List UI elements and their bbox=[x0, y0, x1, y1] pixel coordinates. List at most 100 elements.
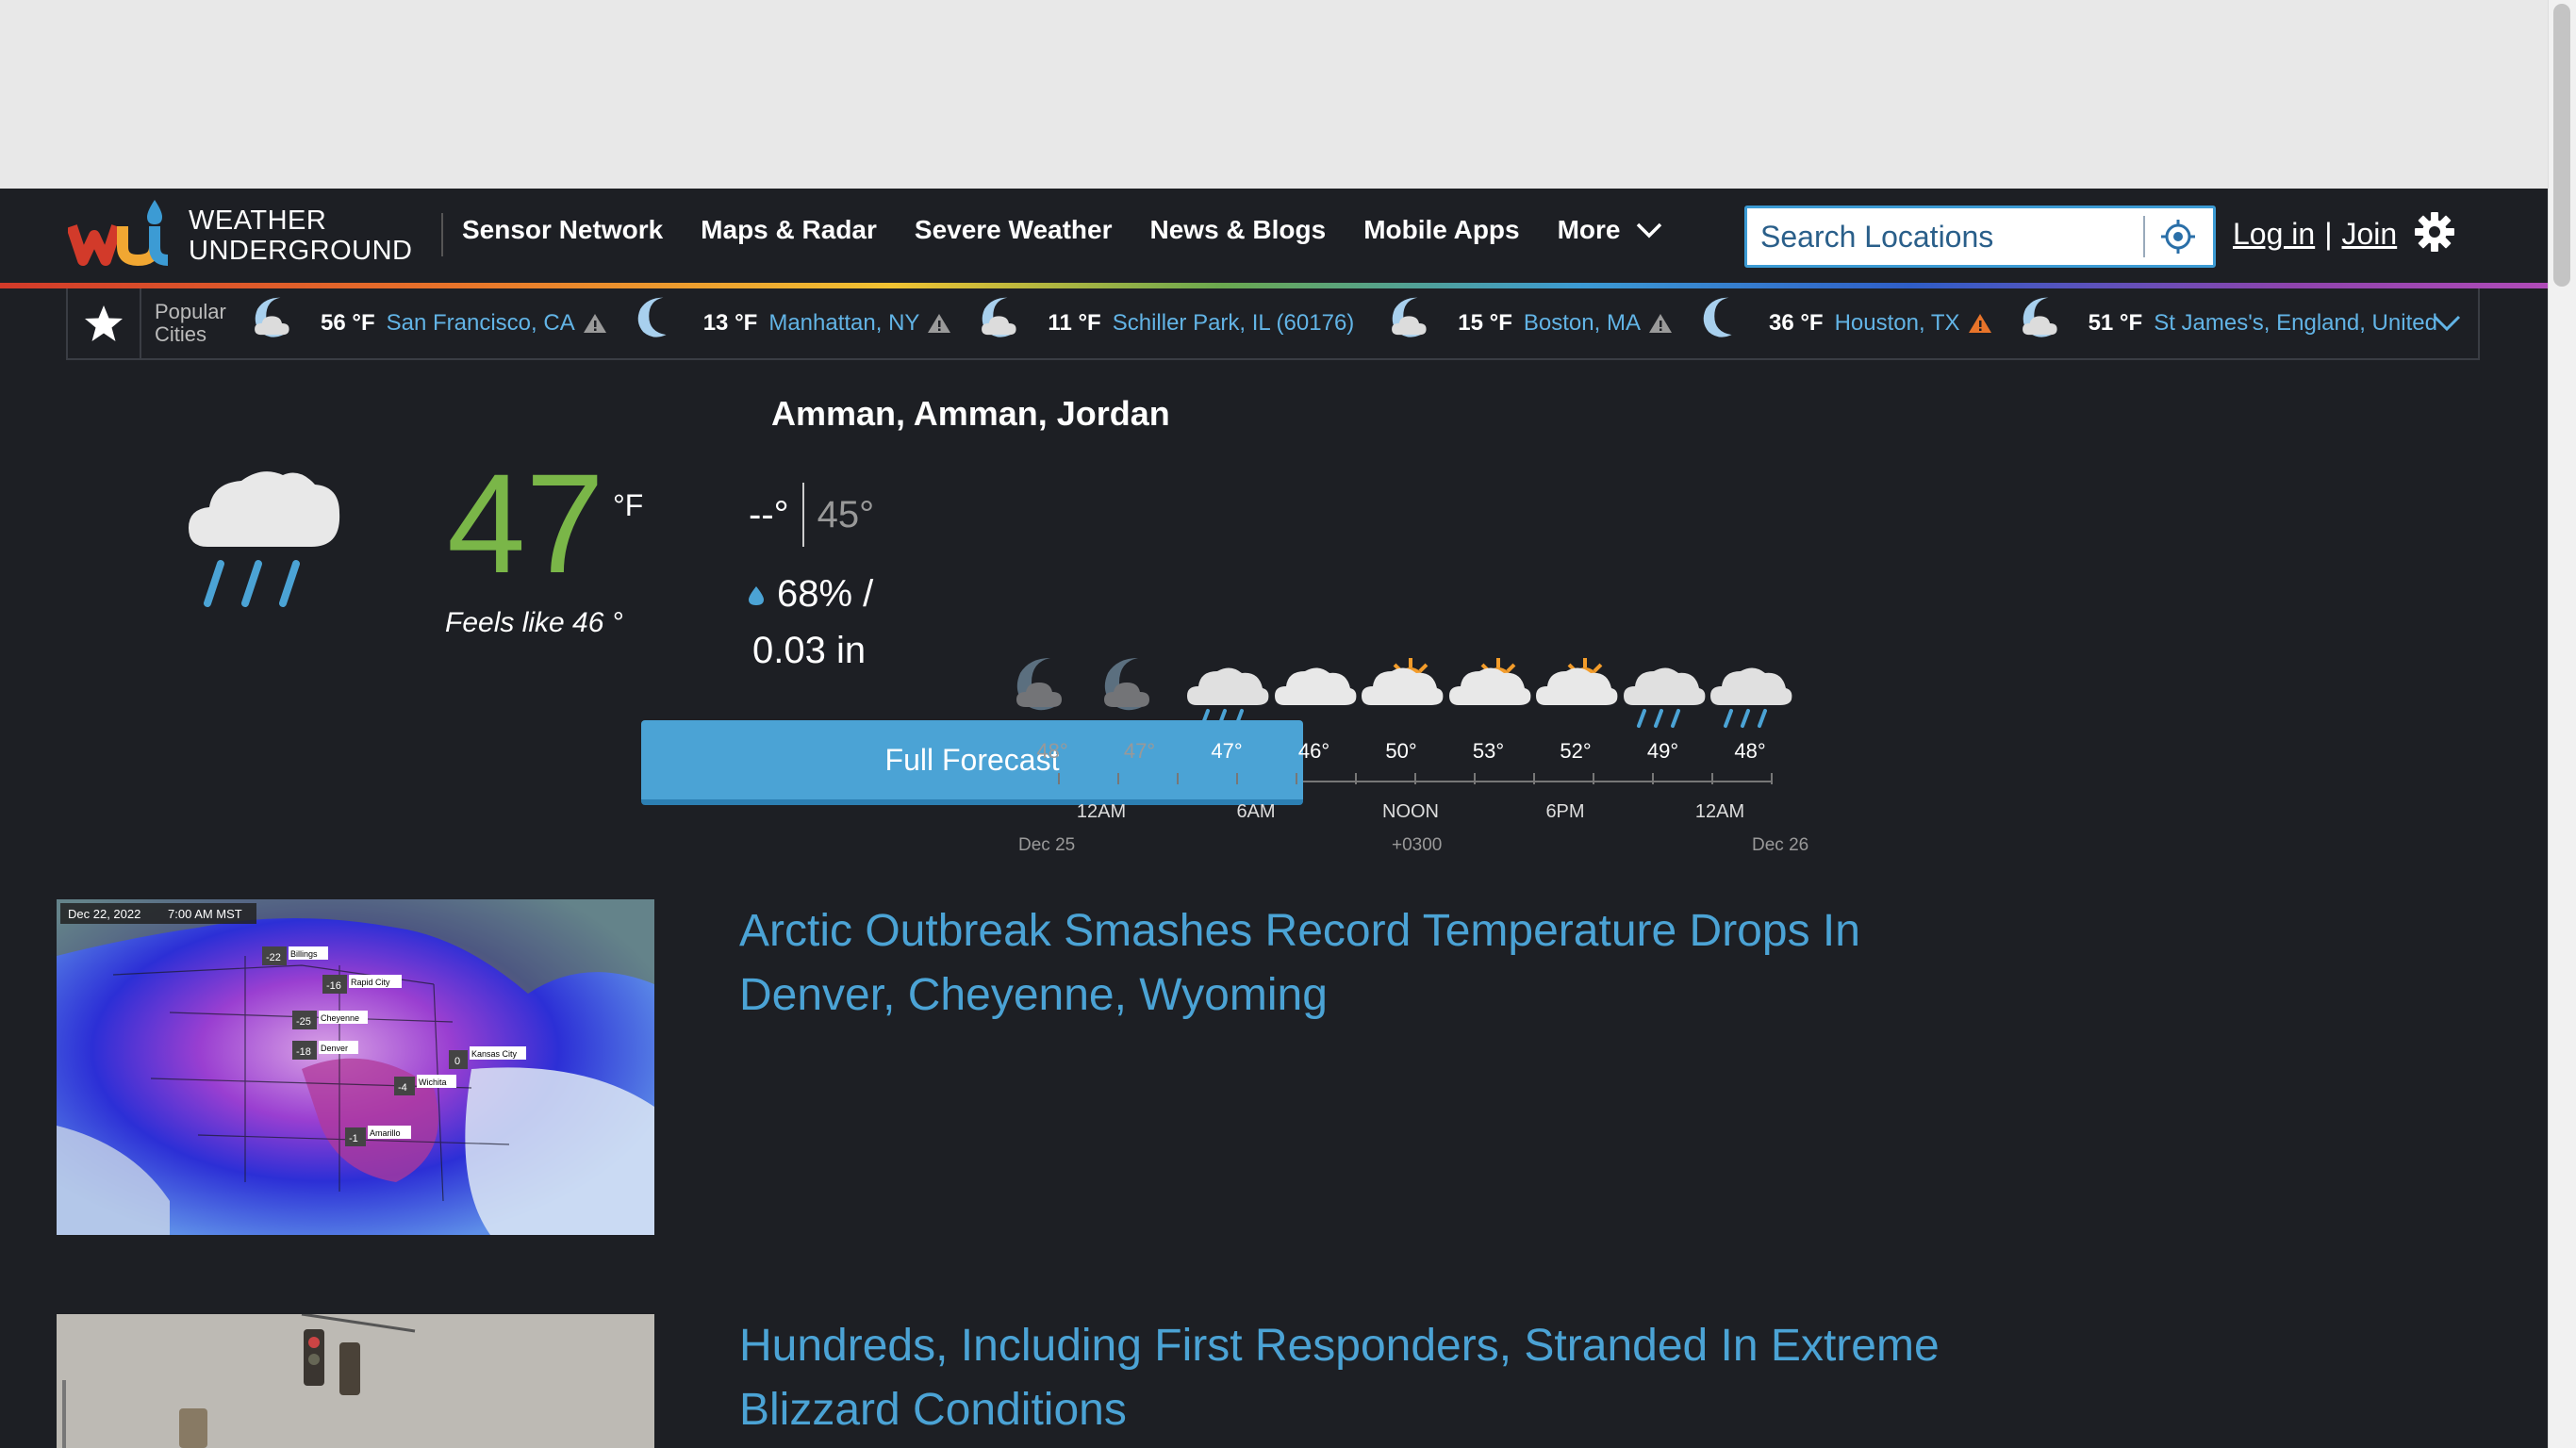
hourly-temp: 46° bbox=[1297, 739, 1330, 763]
hourly-item: 49° bbox=[1620, 649, 1707, 764]
nav-more[interactable]: More bbox=[1558, 215, 1662, 245]
map-label: Kansas City bbox=[471, 1049, 518, 1059]
city-name[interactable]: Houston, TX bbox=[1835, 310, 1960, 337]
cities-list: 56 °F San Francisco, CA 13 °F Manhattan, NY… bbox=[249, 290, 2469, 356]
moon-icon bbox=[1703, 297, 1732, 337]
timeline-tick bbox=[1711, 773, 1713, 784]
map-label: Cheyenne bbox=[321, 1013, 359, 1023]
map-value: -1 bbox=[349, 1133, 358, 1144]
city-name[interactable]: St James's, England, United bbox=[2154, 310, 2436, 337]
timeline-tick bbox=[1474, 773, 1476, 784]
news-headline[interactable]: Hundreds, Including First Responders, St… bbox=[739, 1314, 1965, 1442]
nav-news-blogs[interactable]: News & Blogs bbox=[1150, 215, 1327, 245]
alert-icon[interactable] bbox=[583, 312, 607, 335]
locate-me-button[interactable] bbox=[2145, 208, 2211, 265]
popular-label-line-1: Popular bbox=[155, 300, 226, 323]
date-end: Dec 26 bbox=[1752, 835, 1809, 855]
timeline-tick bbox=[1236, 773, 1238, 784]
alert-icon[interactable] bbox=[1968, 312, 1992, 335]
chevron-down-icon[interactable] bbox=[2431, 307, 2463, 339]
city-weather-icon bbox=[976, 290, 1042, 356]
city-name[interactable]: Schiller Park, IL (60176) bbox=[1113, 310, 1355, 337]
city-name[interactable]: Boston, MA bbox=[1524, 310, 1641, 337]
map-value: -18 bbox=[296, 1046, 311, 1058]
city-name[interactable]: San Francisco, CA bbox=[387, 310, 575, 337]
scrollbar[interactable] bbox=[2548, 0, 2576, 1448]
main-nav: Sensor Network Maps & Radar Severe Weath… bbox=[462, 215, 1662, 245]
map-label: Wichita bbox=[419, 1078, 447, 1087]
join-link[interactable]: Join bbox=[2342, 217, 2398, 252]
favorites-button[interactable] bbox=[68, 288, 141, 358]
city-name[interactable]: Manhattan, NY bbox=[768, 310, 919, 337]
hourly-icon bbox=[1097, 649, 1183, 735]
high-temp: --° bbox=[749, 493, 789, 535]
hourly-icon bbox=[1271, 649, 1358, 735]
hourly-temp: 52° bbox=[1560, 739, 1592, 763]
scrollbar-thumb[interactable] bbox=[2553, 4, 2570, 287]
hourly-icon bbox=[1620, 649, 1707, 735]
nav-more-label: More bbox=[1557, 215, 1621, 244]
city-temp: 51 °F bbox=[2088, 310, 2143, 336]
city-weather-icon bbox=[1386, 290, 1452, 356]
precip-chance: 68% / bbox=[777, 573, 874, 615]
nav-sensor-network[interactable]: Sensor Network bbox=[462, 215, 663, 245]
city-temp: 36 °F bbox=[1768, 310, 1824, 336]
news-headline[interactable]: Arctic Outbreak Smashes Record Temperatu… bbox=[739, 899, 1965, 1028]
popular-city[interactable]: 13 °F Manhattan, NY bbox=[632, 290, 952, 356]
hourly-item: 46° bbox=[1271, 649, 1358, 764]
hourly-temp: 48° bbox=[1036, 739, 1068, 763]
date-start: Dec 25 bbox=[1018, 835, 1076, 855]
timeline-tick bbox=[1652, 773, 1654, 784]
popular-city[interactable]: 15 °F Boston, MA bbox=[1386, 290, 1673, 356]
nav-mobile-apps[interactable]: Mobile Apps bbox=[1363, 215, 1519, 245]
site-logo[interactable]: WEATHER UNDERGROUND bbox=[68, 198, 426, 273]
map-label: Amarillo bbox=[370, 1128, 401, 1138]
popular-city[interactable]: 51 °F St James's, England, United bbox=[2017, 290, 2445, 356]
popular-city[interactable]: 56 °F San Francisco, CA bbox=[249, 290, 607, 356]
timeline-label: 6PM bbox=[1545, 801, 1585, 822]
page: WEATHER UNDERGROUND Sensor Network Maps … bbox=[0, 189, 2548, 1448]
alert-icon[interactable] bbox=[927, 312, 951, 335]
timeline-tick bbox=[1355, 773, 1357, 784]
auth-links: Log in | Join bbox=[2233, 217, 2397, 252]
map-value: -16 bbox=[326, 980, 341, 992]
popular-city[interactable]: 11 °F Schiller Park, IL (60176) bbox=[976, 290, 1362, 356]
hourly-item: 50° bbox=[1358, 649, 1445, 764]
timeline-label: 12AM bbox=[1694, 801, 1745, 822]
map-label: Denver bbox=[321, 1044, 348, 1053]
login-link[interactable]: Log in bbox=[2233, 217, 2315, 252]
nav-maps-radar[interactable]: Maps & Radar bbox=[701, 215, 877, 245]
popular-label-line-2: Cities bbox=[155, 322, 207, 346]
map-value: -22 bbox=[266, 952, 281, 963]
map-label: Billings bbox=[290, 949, 318, 959]
hourly-temp: 47° bbox=[1123, 739, 1156, 763]
alert-icon[interactable] bbox=[1648, 312, 1673, 335]
map-value: 0 bbox=[454, 1056, 460, 1067]
hourly-temp: 48° bbox=[1734, 739, 1766, 763]
timeline-tick bbox=[1533, 773, 1535, 784]
map-label: Rapid City bbox=[351, 978, 390, 987]
news-thumbnail[interactable]: Dec 22, 2022 7:00 AM MST -22 Billings -1… bbox=[57, 899, 654, 1235]
hourly-icon bbox=[1707, 649, 1793, 735]
nav-severe-weather[interactable]: Severe Weather bbox=[915, 215, 1113, 245]
auth-separator: | bbox=[2324, 217, 2333, 251]
blizzard-photo-image bbox=[57, 1314, 654, 1448]
search-input[interactable] bbox=[1747, 210, 2143, 263]
popular-cities-label: Popular Cities bbox=[155, 301, 249, 346]
rain-icon bbox=[1710, 667, 1792, 728]
precipitation: 68% / 0.03 in bbox=[745, 566, 873, 679]
cloud-icon bbox=[1274, 667, 1356, 705]
gear-icon[interactable] bbox=[2414, 211, 2455, 253]
hourly-item: 47° bbox=[1097, 649, 1183, 764]
timeline-label: NOON bbox=[1382, 801, 1439, 822]
feels-like: Feels like 46 ° bbox=[445, 607, 623, 638]
news-thumbnail[interactable] bbox=[57, 1314, 654, 1448]
map-value: -4 bbox=[398, 1082, 407, 1094]
rain-icon bbox=[1623, 667, 1705, 728]
hourly-icon bbox=[1532, 649, 1619, 735]
logo-line-1: WEATHER bbox=[189, 206, 327, 236]
popular-city[interactable]: 36 °F Houston, TX bbox=[1697, 290, 1992, 356]
hourly-temp: 47° bbox=[1211, 739, 1243, 763]
city-temp: 56 °F bbox=[321, 310, 375, 336]
timeline-tick bbox=[1177, 773, 1179, 784]
